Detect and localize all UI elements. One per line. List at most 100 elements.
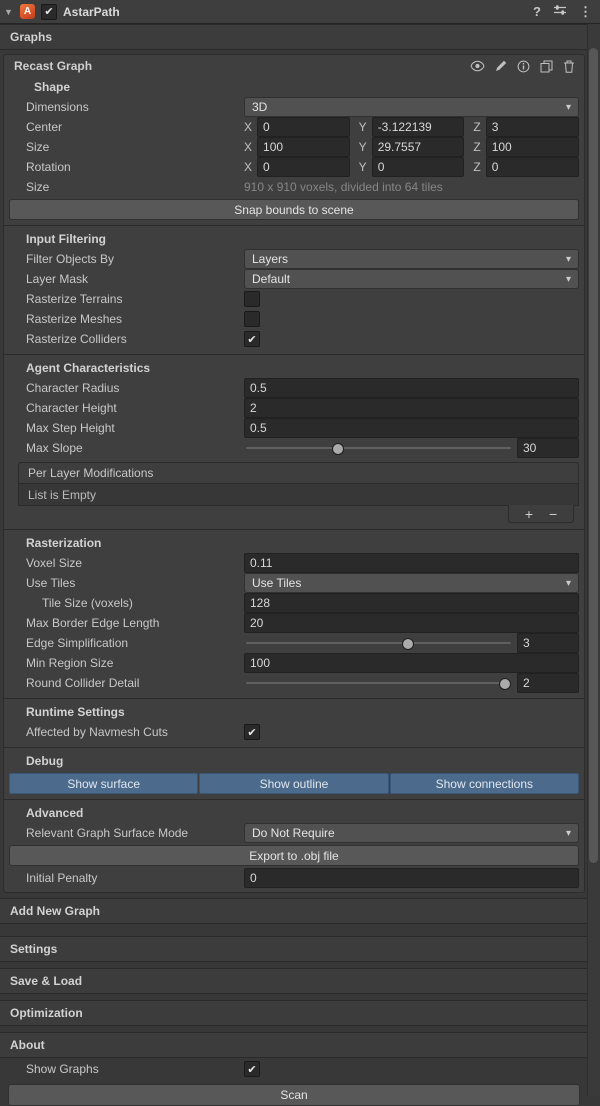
- center-y-input[interactable]: [372, 117, 465, 137]
- section-header-settings[interactable]: Settings: [0, 936, 588, 962]
- duplicate-icon[interactable]: [540, 60, 553, 73]
- use-tiles-row: Use Tiles Use Tiles ▾: [4, 573, 584, 593]
- slider-knob[interactable]: [332, 443, 344, 455]
- character-radius-input[interactable]: [244, 378, 579, 398]
- foldout-arrow-icon[interactable]: ▼: [4, 7, 14, 17]
- section-header-graphs[interactable]: Graphs: [0, 24, 588, 50]
- tile-size-input[interactable]: [244, 593, 579, 613]
- per-layer-modifications-title: Per Layer Modifications: [28, 466, 153, 480]
- axis-x-label: X: [244, 120, 252, 134]
- show-graphs-checkbox[interactable]: [244, 1061, 260, 1077]
- edge-simplification-slider[interactable]: [244, 634, 513, 652]
- min-region-size-input[interactable]: [244, 653, 579, 673]
- max-border-edge-length-input[interactable]: [244, 613, 579, 633]
- section-header-about[interactable]: About: [0, 1032, 588, 1058]
- dimensions-dropdown[interactable]: 3D ▾: [244, 97, 579, 117]
- size-x-input[interactable]: [257, 137, 350, 157]
- show-outline-button[interactable]: Show outline: [199, 773, 388, 794]
- max-slope-slider[interactable]: [244, 439, 513, 457]
- round-collider-detail-input[interactable]: [517, 673, 579, 693]
- delete-trash-icon[interactable]: [563, 60, 575, 73]
- center-label: Center: [26, 120, 240, 134]
- max-slope-row: Max Slope: [4, 438, 584, 458]
- show-surface-button[interactable]: Show surface: [9, 773, 198, 794]
- axis-z-label: Z: [473, 140, 480, 154]
- rasterize-terrains-row: Rasterize Terrains: [4, 289, 584, 309]
- max-step-height-input[interactable]: [244, 418, 579, 438]
- filter-objects-by-label: Filter Objects By: [26, 252, 240, 266]
- character-height-input[interactable]: [244, 398, 579, 418]
- kebab-menu-icon[interactable]: ⋮: [579, 5, 592, 18]
- slider-knob[interactable]: [402, 638, 414, 650]
- info-icon[interactable]: [517, 60, 530, 73]
- section-label: Settings: [10, 942, 57, 956]
- scrollbar-thumb[interactable]: [589, 48, 598, 863]
- astarpath-component-icon: A: [20, 4, 35, 19]
- center-x-input[interactable]: [257, 117, 350, 137]
- advanced-label: Advanced: [26, 806, 83, 820]
- edit-pencil-icon[interactable]: [495, 60, 507, 72]
- slider-knob[interactable]: [499, 678, 511, 690]
- navmesh-cuts-checkbox[interactable]: [244, 724, 260, 740]
- rotation-z-input[interactable]: [486, 157, 579, 177]
- per-layer-modifications-header[interactable]: Per Layer Modifications: [19, 463, 578, 484]
- slider-track: [246, 682, 511, 684]
- dropdown-value: Do Not Require: [252, 826, 335, 840]
- chevron-down-icon: ▾: [566, 254, 571, 265]
- divider: [4, 225, 584, 226]
- size-z-input[interactable]: [486, 137, 579, 157]
- export-obj-button[interactable]: Export to .obj file: [9, 845, 579, 866]
- component-enabled-checkbox[interactable]: [41, 4, 57, 20]
- filter-objects-by-dropdown[interactable]: Layers ▾: [244, 249, 579, 269]
- axis-y-label: Y: [359, 120, 367, 134]
- center-z-input[interactable]: [486, 117, 579, 137]
- divider: [4, 747, 584, 748]
- rasterize-colliders-checkbox[interactable]: [244, 331, 260, 347]
- recast-graph-box: Recast Graph Shape Dimensions 3D ▾: [3, 54, 585, 893]
- rasterize-meshes-checkbox[interactable]: [244, 311, 260, 327]
- agent-characteristics-label: Agent Characteristics: [26, 361, 150, 375]
- center-row: Center X Y Z: [4, 117, 584, 137]
- list-footer: + −: [18, 506, 579, 524]
- voxel-info-row: Size 910 x 910 voxels, divided into 64 t…: [4, 177, 584, 197]
- surface-mode-dropdown[interactable]: Do Not Require ▾: [244, 823, 579, 843]
- layer-mask-dropdown[interactable]: Default ▾: [244, 269, 579, 289]
- component-header[interactable]: ▼ A AstarPath ? ⋮: [0, 0, 600, 24]
- shape-section-label: Shape: [34, 80, 70, 94]
- voxel-size-input[interactable]: [244, 553, 579, 573]
- agent-characteristics-label-row: Agent Characteristics: [4, 358, 584, 378]
- edge-simplification-input[interactable]: [517, 633, 579, 653]
- rasterize-terrains-checkbox[interactable]: [244, 291, 260, 307]
- recast-graph-header[interactable]: Recast Graph: [4, 55, 584, 77]
- round-collider-detail-slider[interactable]: [244, 674, 513, 692]
- list-add-button[interactable]: +: [525, 507, 533, 521]
- divider: [4, 529, 584, 530]
- section-header-optimization[interactable]: Optimization: [0, 1000, 588, 1026]
- help-icon[interactable]: ?: [533, 5, 541, 18]
- vertical-scrollbar[interactable]: [587, 24, 600, 1096]
- voxel-info-value: 910 x 910 voxels, divided into 64 tiles: [244, 180, 443, 194]
- visibility-eye-icon[interactable]: [470, 60, 485, 72]
- snap-bounds-button[interactable]: Snap bounds to scene: [9, 199, 579, 220]
- rotation-y-input[interactable]: [372, 157, 465, 177]
- section-header-add-new-graph[interactable]: Add New Graph: [0, 898, 588, 924]
- rotation-x-input[interactable]: [257, 157, 350, 177]
- dimensions-row: Dimensions 3D ▾: [4, 97, 584, 117]
- max-slope-input[interactable]: [517, 438, 579, 458]
- filter-objects-by-row: Filter Objects By Layers ▾: [4, 249, 584, 269]
- section-label: About: [10, 1038, 45, 1052]
- scan-button[interactable]: Scan: [8, 1084, 580, 1106]
- dimensions-label: Dimensions: [26, 100, 240, 114]
- section-header-save-load[interactable]: Save & Load: [0, 968, 588, 994]
- size-y-input[interactable]: [372, 137, 465, 157]
- list-remove-button[interactable]: −: [549, 507, 557, 521]
- presets-icon[interactable]: [553, 4, 567, 19]
- debug-buttons-row: Show surface Show outline Show connectio…: [9, 773, 579, 794]
- show-connections-button[interactable]: Show connections: [390, 773, 579, 794]
- use-tiles-dropdown[interactable]: Use Tiles ▾: [244, 573, 579, 593]
- layer-mask-row: Layer Mask Default ▾: [4, 269, 584, 289]
- section-label: Add New Graph: [10, 904, 100, 918]
- initial-penalty-input[interactable]: [244, 868, 579, 888]
- max-border-edge-length-label: Max Border Edge Length: [26, 616, 240, 630]
- list-empty-label: List is Empty: [28, 488, 96, 502]
